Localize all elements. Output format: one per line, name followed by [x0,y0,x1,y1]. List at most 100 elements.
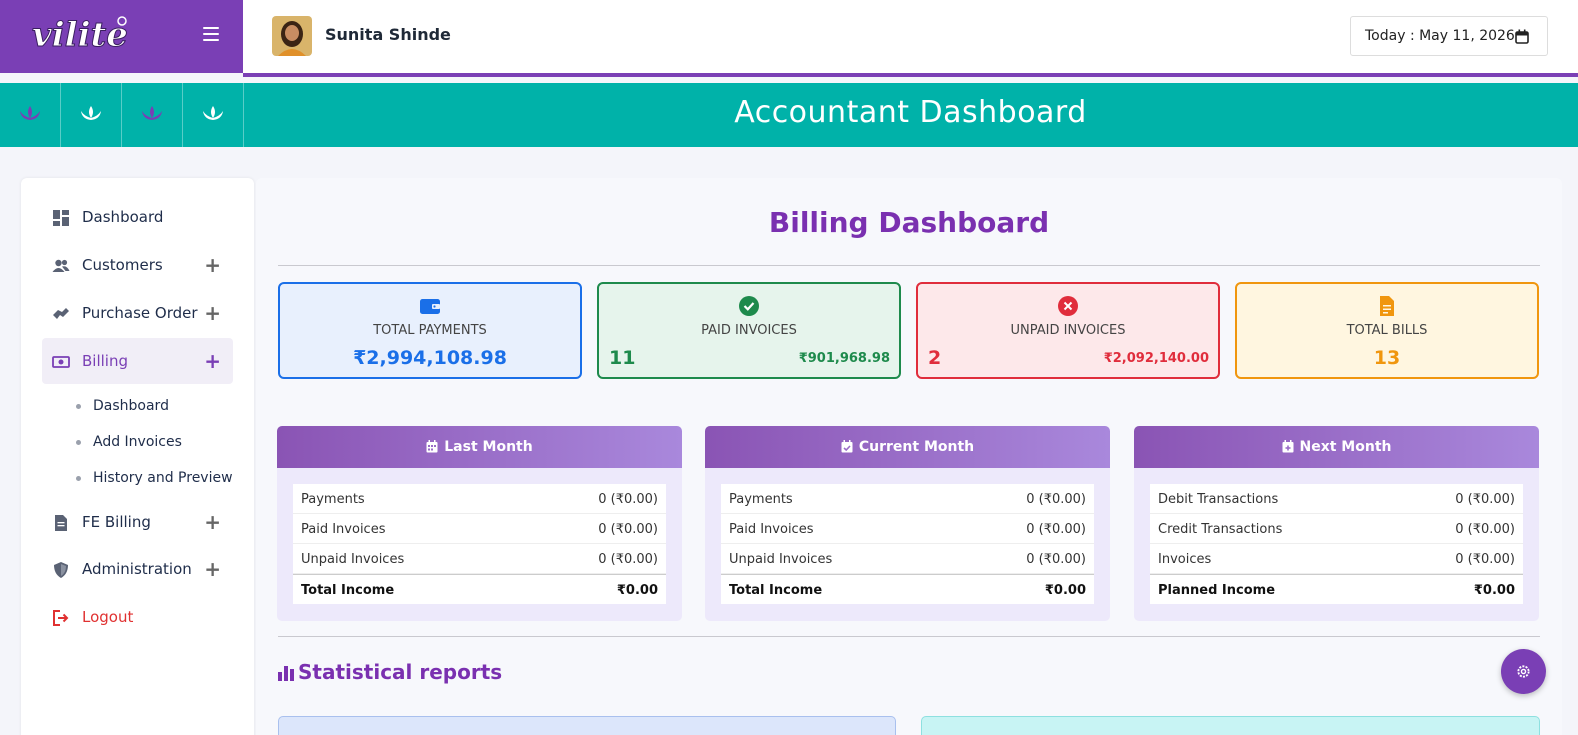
total-row: Total Income ₹0.00 [293,574,666,604]
panel-header: Last Month [277,426,682,468]
users-icon [52,259,70,272]
card-amount: ₹901,968.98 [798,351,890,366]
table-row: Paid Invoices 0 (₹0.00) [293,514,666,544]
table-row: Unpaid Invoices 0 (₹0.00) [293,544,666,574]
sidebar-item-label: Logout [82,608,134,626]
money-bill-icon [52,356,70,368]
logo-area: vilite [0,0,243,73]
expand-plus-icon[interactable]: + [204,349,221,373]
panel-title: Next Month [1299,439,1392,455]
panel-title: Last Month [444,439,533,455]
stat-report-panel [921,716,1540,735]
sidebar-item-label: Administration [82,560,192,578]
sidebar-item-label: Dashboard [82,208,164,226]
summary-table: Payments 0 (₹0.00) Paid Invoices 0 (₹0.00)… [721,484,1094,604]
page-title: Billing Dashboard [768,206,1050,239]
dashboard-banner: Accountant Dashboard [0,83,1578,147]
sidebar-item-label: Billing [82,352,128,370]
svg-text:vilite: vilite [32,15,128,54]
last-month-panel: Last Month Payments 0 (₹0.00) Paid Invoic… [277,426,682,621]
panel-title: Current Month [858,439,975,455]
card-title: UNPAID INVOICES [1010,323,1126,338]
logout-icon [53,610,69,626]
calendar-plus-icon [1282,440,1293,453]
sidebar-item-dashboard[interactable]: Dashboard [42,194,233,240]
sidebar-item-fe-billing[interactable]: FE Billing + [42,499,233,545]
check-circle-icon [739,296,759,316]
expand-plus-icon[interactable]: + [204,557,221,581]
today-label: Today : May 11, 2026 [1365,28,1515,44]
today-date-button[interactable]: Today : May 11, 2026 [1350,16,1548,56]
section-title: Statistical reports [278,660,502,684]
current-month-panel: Current Month Payments 0 (₹0.00) Paid Inv… [705,426,1110,621]
sidebar-item-label: Customers [82,256,163,274]
card-value: ₹2,994,108.98 [353,347,507,369]
expand-plus-icon[interactable]: + [204,510,221,534]
sidebar-item-customers[interactable]: Customers + [42,242,233,288]
sidebar-item-purchase-order[interactable]: Purchase Order + [42,290,233,336]
table-row: Payments 0 (₹0.00) [721,484,1094,514]
card-title: TOTAL PAYMENTS [373,323,487,338]
top-bar: vilite Sunita Shinde Today : May 11, 202… [0,0,1578,73]
main-content: Billing Dashboard TOTAL PAYMENTS ₹2,994,… [256,178,1562,735]
total-payments-card[interactable]: TOTAL PAYMENTS ₹2,994,108.98 [278,282,582,379]
sidebar: Dashboard Customers + Purchase Order + B… [21,178,254,735]
divider [278,636,1540,637]
total-row: Total Income ₹0.00 [721,574,1094,604]
calendar-icon [1515,29,1529,44]
file-icon [1380,296,1394,316]
submenu-item-add-invoices[interactable]: Add Invoices [76,434,182,450]
calendar-check-icon [841,440,853,453]
panel-header: Current Month [705,426,1110,468]
settings-fab-button[interactable] [1501,649,1546,694]
table-row: Unpaid Invoices 0 (₹0.00) [721,544,1094,574]
x-circle-icon [1058,296,1078,316]
lotus-icon [0,83,61,147]
lotus-icon [183,83,244,147]
sidebar-item-label: FE Billing [82,513,151,531]
table-row: Debit Transactions 0 (₹0.00) [1150,484,1523,514]
total-row: Planned Income ₹0.00 [1150,574,1523,604]
next-month-panel: Next Month Debit Transactions 0 (₹0.00) C… [1134,426,1539,621]
summary-table: Payments 0 (₹0.00) Paid Invoices 0 (₹0.00)… [293,484,666,604]
card-count: 2 [928,347,942,369]
table-row: Invoices 0 (₹0.00) [1150,544,1523,574]
bar-chart-icon [278,666,294,681]
card-title: PAID INVOICES [701,323,797,338]
sidebar-item-billing[interactable]: Billing + [42,338,233,384]
sidebar-item-logout[interactable]: Logout [42,594,233,640]
expand-plus-icon[interactable]: + [204,253,221,277]
card-value: 13 [1373,347,1401,369]
submenu-item-history-and-preview[interactable]: History and Preview [76,470,233,486]
document-icon [55,515,67,531]
card-amount: ₹2,092,140.00 [1103,351,1209,366]
expand-plus-icon[interactable]: + [204,301,221,325]
table-row: Payments 0 (₹0.00) [293,484,666,514]
card-count: 11 [609,347,636,369]
sidebar-item-label: Purchase Order [82,304,198,322]
sidebar-item-administration[interactable]: Administration + [42,546,233,592]
total-bills-card[interactable]: TOTAL BILLS 13 [1235,282,1539,379]
calendar-icon [426,440,438,453]
gear-icon [1517,665,1530,678]
dashboard-icon [53,210,69,226]
menu-toggle-icon[interactable] [203,27,219,43]
paid-invoices-card[interactable]: PAID INVOICES 11 ₹901,968.98 [597,282,901,379]
user-name[interactable]: Sunita Shinde [325,25,451,44]
panel-header: Next Month [1134,426,1539,468]
vilite-logo[interactable]: vilite [30,14,155,55]
divider [278,265,1540,266]
shield-icon [54,562,68,578]
card-title: TOTAL BILLS [1346,323,1428,338]
handshake-icon [53,308,69,319]
lotus-icon [61,83,122,147]
banner-title: Accountant Dashboard [734,95,1087,130]
submenu-item-dashboard[interactable]: Dashboard [76,398,169,414]
table-row: Paid Invoices 0 (₹0.00) [721,514,1094,544]
unpaid-invoices-card[interactable]: UNPAID INVOICES 2 ₹2,092,140.00 [916,282,1220,379]
summary-table: Debit Transactions 0 (₹0.00) Credit Trans… [1150,484,1523,604]
stat-report-panel [278,716,896,735]
table-row: Credit Transactions 0 (₹0.00) [1150,514,1523,544]
header-divider [243,73,1578,77]
avatar[interactable] [272,16,312,56]
